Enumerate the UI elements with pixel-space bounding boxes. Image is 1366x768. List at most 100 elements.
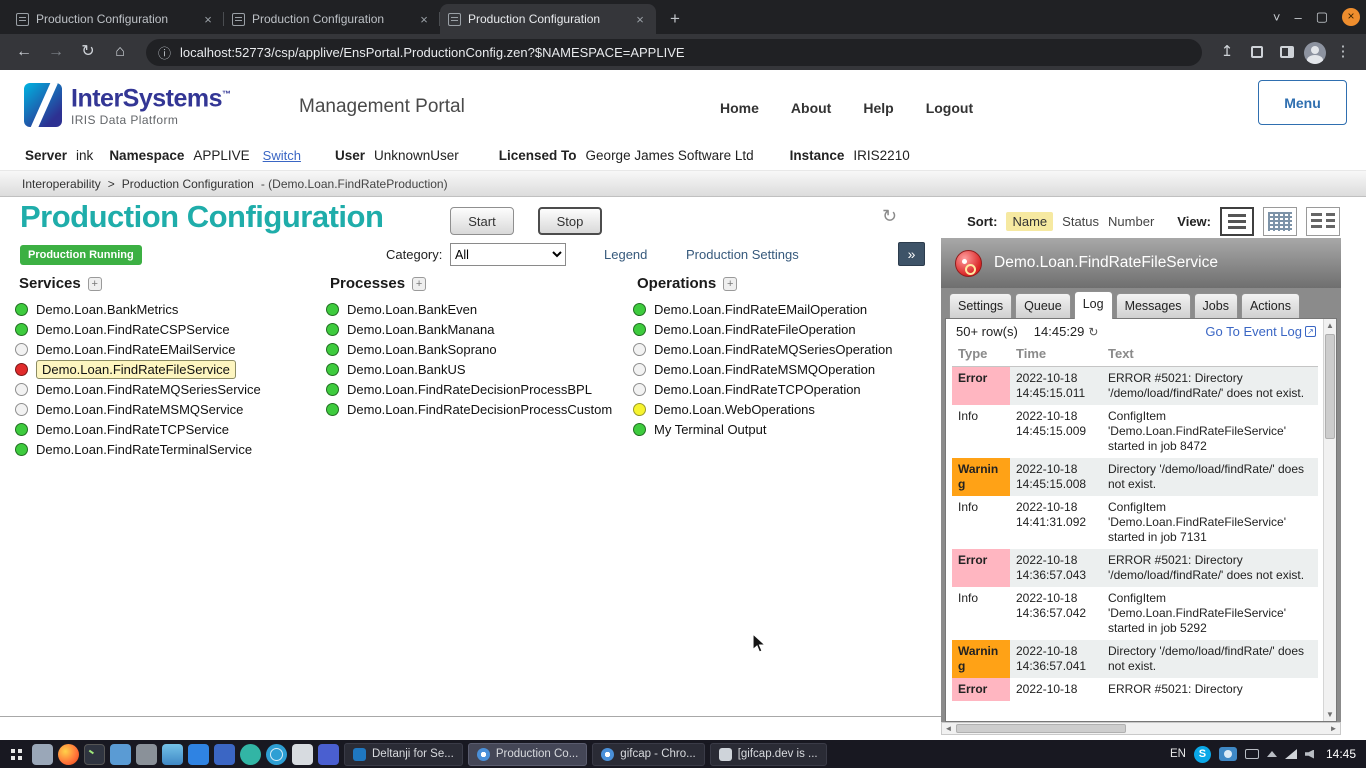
- scroll-right-icon[interactable]: ►: [1327, 723, 1340, 735]
- panel-tab[interactable]: Messages: [1116, 293, 1191, 319]
- stop-button[interactable]: Stop: [538, 207, 602, 235]
- panel-tab[interactable]: Queue: [1015, 293, 1071, 319]
- legend-link[interactable]: Legend: [604, 247, 647, 262]
- panel-tab[interactable]: Actions: [1241, 293, 1300, 319]
- taskbar-task[interactable]: gifcap - Chro...: [592, 743, 704, 766]
- window-maximize-button[interactable]: ▢: [1316, 9, 1328, 25]
- service-item[interactable]: Demo.Loan.FindRateCSPService: [15, 319, 325, 339]
- operation-item[interactable]: Demo.Loan.FindRateMSMQOperation: [633, 359, 941, 379]
- browser-menu-kebab-icon[interactable]: ⋮: [1330, 39, 1356, 65]
- nav-link[interactable]: Logout: [926, 100, 973, 116]
- home-icon[interactable]: ⌂: [106, 38, 134, 66]
- log-row[interactable]: Info 2022-10-18 14:41:31.092 ConfigItem …: [952, 496, 1318, 549]
- breadcrumb-current[interactable]: Production Configuration: [122, 177, 254, 191]
- taskbar-clock[interactable]: 14:45: [1326, 747, 1356, 761]
- globe-icon[interactable]: [266, 744, 287, 765]
- window-minimize-button[interactable]: –: [1294, 10, 1301, 25]
- tray-expand-icon[interactable]: [1267, 751, 1277, 757]
- volume-icon[interactable]: [1305, 750, 1314, 759]
- panel-tab[interactable]: Jobs: [1194, 293, 1238, 319]
- url-text[interactable]: localhost:52773/csp/applive/EnsPortal.Pr…: [180, 45, 685, 60]
- camera-icon[interactable]: [1219, 747, 1237, 761]
- panel-tab[interactable]: Settings: [949, 293, 1012, 319]
- browser-tab[interactable]: Production Configuration ×: [224, 4, 440, 34]
- tab-close-icon[interactable]: ×: [200, 12, 216, 27]
- process-item[interactable]: Demo.Loan.BankUS: [326, 359, 632, 379]
- firefox-icon[interactable]: [58, 744, 79, 765]
- side-panel-icon[interactable]: [1274, 39, 1300, 65]
- horizontal-scrollbar[interactable]: ◄ ►: [941, 722, 1341, 735]
- ide-icon[interactable]: [214, 744, 235, 765]
- browser-tab[interactable]: Production Configuration ×: [8, 4, 224, 34]
- taskbar-task[interactable]: [gifcap.dev is ...: [710, 743, 827, 766]
- display-tray-icon[interactable]: [1245, 749, 1259, 759]
- process-item[interactable]: Demo.Loan.FindRateDecisionProcessBPL: [326, 379, 632, 399]
- tab-search-icon[interactable]: ˅: [1273, 10, 1281, 25]
- operation-item[interactable]: Demo.Loan.FindRateFileOperation: [633, 319, 941, 339]
- skype-icon[interactable]: S: [1194, 746, 1211, 763]
- process-item[interactable]: Demo.Loan.BankManana: [326, 319, 632, 339]
- notes-icon[interactable]: [292, 744, 313, 765]
- process-item[interactable]: Demo.Loan.BankEven: [326, 299, 632, 319]
- language-indicator[interactable]: EN: [1170, 748, 1186, 760]
- process-item[interactable]: Demo.Loan.FindRateDecisionProcessCustom: [326, 399, 632, 419]
- chat-icon[interactable]: [240, 744, 261, 765]
- window-close-button[interactable]: ×: [1342, 8, 1360, 26]
- list-view-icon[interactable]: [1220, 207, 1254, 236]
- service-item[interactable]: Demo.Loan.FindRateEMailService: [15, 339, 325, 359]
- back-icon[interactable]: ←: [10, 38, 38, 66]
- scroll-left-icon[interactable]: ◄: [942, 723, 955, 735]
- folder-icon[interactable]: [162, 744, 183, 765]
- start-button[interactable]: Start: [450, 207, 514, 235]
- tab-close-icon[interactable]: ×: [416, 12, 432, 27]
- split-view-icon[interactable]: [1306, 207, 1340, 236]
- operation-item[interactable]: My Terminal Output: [633, 419, 941, 439]
- log-row[interactable]: Warning 2022-10-18 14:36:57.041 Director…: [952, 640, 1318, 678]
- profile-avatar[interactable]: [1304, 42, 1326, 64]
- vscode-icon[interactable]: [188, 744, 209, 765]
- service-item[interactable]: Demo.Loan.BankMetrics: [15, 299, 325, 319]
- vertical-scrollbar[interactable]: ▲ ▼: [1323, 319, 1336, 721]
- operation-item[interactable]: Demo.Loan.FindRateTCPOperation: [633, 379, 941, 399]
- log-row[interactable]: Warning 2022-10-18 14:45:15.008 Director…: [952, 458, 1318, 496]
- sort-option[interactable]: Name: [1006, 212, 1053, 231]
- operation-item[interactable]: Demo.Loan.WebOperations: [633, 399, 941, 419]
- intersystems-logo[interactable]: InterSystems™ IRIS Data Platform: [24, 82, 231, 127]
- panel-tab[interactable]: Log: [1074, 291, 1113, 319]
- reload-icon[interactable]: ↻: [74, 38, 102, 66]
- network-icon[interactable]: [1285, 749, 1297, 759]
- nav-link[interactable]: Home: [720, 100, 759, 116]
- category-select[interactable]: All: [450, 243, 566, 266]
- add-process-button[interactable]: +: [412, 277, 426, 291]
- go-to-event-log-link[interactable]: Go To Event Log: [1205, 324, 1302, 339]
- sort-option[interactable]: Number: [1108, 214, 1154, 229]
- log-row[interactable]: Error 2022-10-18 14:45:15.011 ERROR #502…: [952, 367, 1318, 406]
- log-row[interactable]: Info 2022-10-18 14:45:15.009 ConfigItem …: [952, 405, 1318, 458]
- service-item[interactable]: Demo.Loan.FindRateFileService: [15, 359, 325, 379]
- text-editor-icon[interactable]: [110, 744, 131, 765]
- menu-button[interactable]: Menu: [1258, 80, 1347, 125]
- add-operation-button[interactable]: +: [723, 277, 737, 291]
- taskbar-task[interactable]: Production Co...: [468, 743, 587, 766]
- scroll-up-icon[interactable]: ▲: [1324, 319, 1336, 332]
- expand-panel-button[interactable]: »: [898, 242, 925, 266]
- app-launcher-icon[interactable]: [6, 744, 27, 765]
- nav-link[interactable]: About: [791, 100, 831, 116]
- log-refresh-icon[interactable]: ↻: [1088, 325, 1098, 339]
- vertical-scrollbar-thumb[interactable]: [1325, 334, 1335, 439]
- mail-icon[interactable]: [136, 744, 157, 765]
- new-tab-button[interactable]: +: [662, 6, 688, 32]
- terminal-icon[interactable]: [84, 744, 105, 765]
- screenshot-icon[interactable]: [318, 744, 339, 765]
- share-icon[interactable]: ↥: [1214, 39, 1240, 65]
- taskbar-task[interactable]: Deltanji for Se...: [344, 743, 463, 766]
- log-row[interactable]: Error 2022-10-18 14:36:57.043 ERROR #502…: [952, 549, 1318, 587]
- forward-icon[interactable]: →: [42, 38, 70, 66]
- switch-namespace-link[interactable]: Switch: [263, 148, 301, 163]
- address-bar[interactable]: ⓘ localhost:52773/csp/applive/EnsPortal.…: [146, 39, 1202, 66]
- production-settings-link[interactable]: Production Settings: [686, 247, 799, 262]
- add-service-button[interactable]: +: [88, 277, 102, 291]
- service-item[interactable]: Demo.Loan.FindRateTCPService: [15, 419, 325, 439]
- browser-tab[interactable]: Production Configuration ×: [440, 4, 656, 34]
- process-item[interactable]: Demo.Loan.BankSoprano: [326, 339, 632, 359]
